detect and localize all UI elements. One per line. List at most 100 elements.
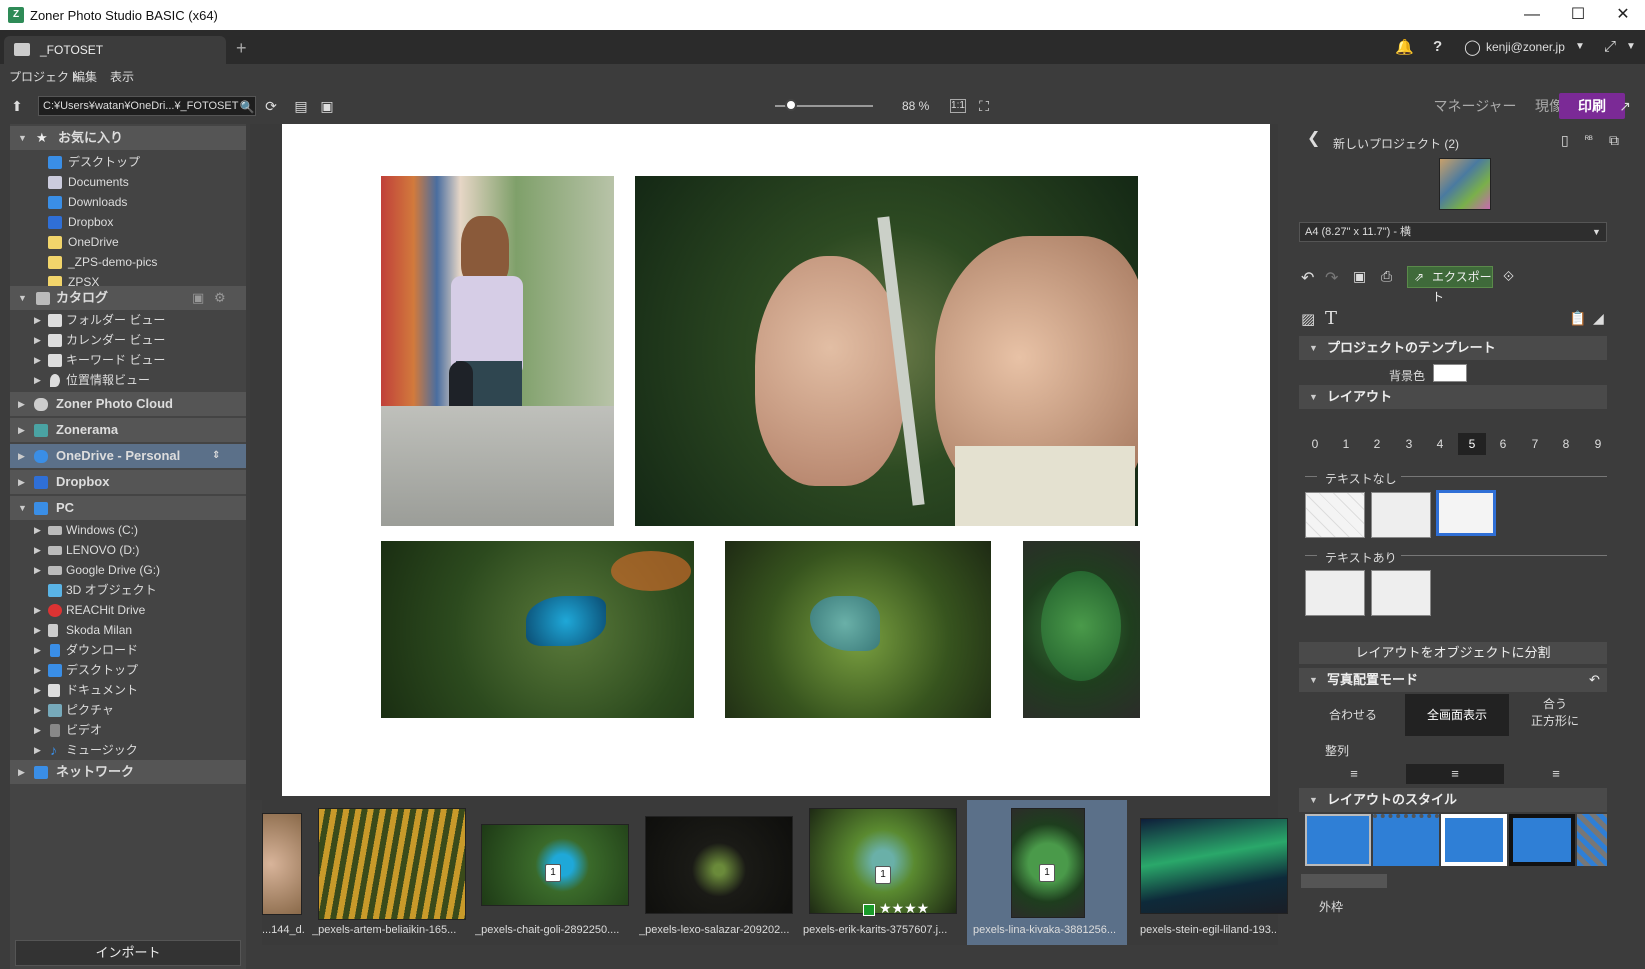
eraser-icon[interactable]: ◢: [1593, 310, 1604, 327]
catalog-keyword-view[interactable]: ▶ キーワード ビュー: [10, 350, 246, 370]
photo-frame-green-butterfly[interactable]: [725, 541, 991, 718]
placement-fit[interactable]: 合わせる: [1311, 694, 1395, 736]
search-icon[interactable]: 🔍: [238, 98, 256, 116]
export-button[interactable]: ⇗ エクスポート: [1407, 266, 1493, 304]
account-email[interactable]: kenji@zoner.jp: [1486, 40, 1565, 54]
expand-icon[interactable]: ▶: [34, 350, 44, 370]
expand-icon[interactable]: ▶: [34, 600, 44, 620]
filmstrip-item[interactable]: 1 ★★★★ pexels-erik-karits-3757607.j...: [803, 800, 958, 945]
gear-icon[interactable]: ⚙: [214, 286, 226, 310]
actual-size-icon[interactable]: 1:1: [950, 99, 966, 113]
pc-desktop[interactable]: ▶ デスクトップ: [10, 660, 246, 680]
folder-up-icon[interactable]: ⬆: [8, 97, 26, 115]
paper-size-select[interactable]: A4 (8.27" x 11.7") - 横 ▼: [1299, 222, 1607, 242]
filmstrip-item-selected[interactable]: 1 pexels-lina-kivaka-3881256...: [967, 800, 1127, 945]
expand-icon[interactable]: ▶: [34, 640, 44, 660]
placement-square[interactable]: 合う 正方形に: [1515, 696, 1595, 738]
favorites-header[interactable]: ▼ ★ お気に入り: [10, 126, 246, 150]
split-layout-button[interactable]: レイアウトをオブジェクトに分割: [1299, 642, 1607, 664]
expand-icon[interactable]: ▶: [18, 392, 28, 416]
pc-3d-objects[interactable]: 3D オブジェクト: [10, 580, 246, 600]
service-dropbox[interactable]: ▶ Dropbox: [10, 470, 246, 494]
page-label-icon[interactable]: ᴿᴮ: [1585, 134, 1593, 144]
path-input[interactable]: C:¥Users¥watan¥OneDri...¥_FOTOSET: [38, 96, 256, 116]
layout-template-1[interactable]: [1305, 492, 1365, 538]
layout-style-header[interactable]: ▼ レイアウトのスタイル: [1299, 788, 1607, 812]
photo-frame-flowers[interactable]: [1023, 541, 1140, 718]
pc-downloads[interactable]: ▶ ダウンロード: [10, 640, 246, 660]
expand-icon[interactable]: ▶: [34, 620, 44, 640]
account-dropdown-icon[interactable]: ▼: [1575, 41, 1585, 52]
expand-icon[interactable]: ▶: [34, 370, 44, 390]
catalog-folder-view[interactable]: ▶ フォルダー ビュー: [10, 310, 246, 330]
collapse-icon[interactable]: ▼: [18, 496, 28, 520]
project-template-header[interactable]: ▼ プロジェクトのテンプレート: [1299, 336, 1607, 360]
filmstrip-item[interactable]: _pexels-artem-beliaikin-165...: [312, 800, 466, 945]
close-button[interactable]: ✕: [1603, 4, 1643, 26]
back-arrow-icon[interactable]: ❮: [1307, 128, 1320, 148]
pc-reachit-drive[interactable]: ▶ REACHit Drive: [10, 600, 246, 620]
pc-pictures[interactable]: ▶ ピクチャ: [10, 700, 246, 720]
zoom-slider-handle[interactable]: [785, 99, 797, 111]
filmstrip-item[interactable]: _pexels-lexo-salazar-209202...: [639, 800, 794, 945]
layout-count-3[interactable]: 3: [1395, 433, 1423, 455]
add-image-icon[interactable]: ▨: [1301, 310, 1315, 328]
undo-icon[interactable]: ↶: [1301, 268, 1314, 288]
expand-icon[interactable]: ▶: [34, 720, 44, 740]
service-onedrive-personal[interactable]: ▶ OneDrive - Personal ⇕: [10, 444, 246, 468]
expand-icon[interactable]: ▶: [34, 330, 44, 350]
fullscreen-dropdown-icon[interactable]: ▼: [1626, 41, 1636, 52]
layout-style-2[interactable]: [1373, 814, 1439, 866]
tab-fotoset[interactable]: _FOTOSET: [4, 36, 226, 64]
add-folder-icon[interactable]: ▣: [192, 286, 204, 310]
network-header[interactable]: ▶ ネットワーク: [10, 760, 246, 784]
menu-project[interactable]: プロジェクト: [9, 68, 81, 85]
photo-frame-mirror-portrait[interactable]: [635, 176, 1138, 526]
expand-icon[interactable]: ▶: [34, 740, 44, 760]
photo-placement-header[interactable]: ▼ 写真配置モード ↶: [1299, 668, 1607, 692]
add-tab-button[interactable]: +: [236, 38, 247, 59]
share-icon[interactable]: ⟐: [1503, 268, 1514, 285]
filmstrip-item[interactable]: 1 _pexels-chait-goli-2892250....: [475, 800, 630, 945]
layout-count-9[interactable]: 9: [1584, 433, 1612, 455]
pc-music[interactable]: ▶ ♪ ミュージック: [10, 740, 246, 760]
layout-style-5[interactable]: [1577, 814, 1607, 866]
mode-manager[interactable]: マネージャー: [1425, 93, 1525, 119]
favorite-desktop[interactable]: デスクトップ: [10, 152, 246, 172]
save-icon[interactable]: ▣: [1353, 268, 1366, 285]
print-icon[interactable]: ⎙: [1381, 268, 1392, 285]
pc-skoda-milan[interactable]: ▶ Skoda Milan: [10, 620, 246, 640]
favorite-dropbox[interactable]: Dropbox: [10, 212, 246, 232]
refresh-icon[interactable]: ⟳: [262, 97, 280, 115]
panel-horizontal-scrollbar[interactable]: [1301, 874, 1387, 888]
layout-style-4[interactable]: [1509, 814, 1575, 866]
maximize-button[interactable]: ☐: [1558, 4, 1598, 26]
background-color-swatch[interactable]: [1433, 364, 1467, 382]
new-folder-icon[interactable]: ▣: [318, 97, 336, 115]
import-button[interactable]: インポート: [15, 940, 241, 966]
layout-template-text-2[interactable]: [1371, 570, 1431, 616]
pc-videos[interactable]: ▶ ビデオ: [10, 720, 246, 740]
expand-icon[interactable]: ▶: [34, 680, 44, 700]
align-center-button[interactable]: ≡: [1406, 764, 1504, 784]
layout-count-2[interactable]: 2: [1363, 433, 1391, 455]
expand-icon[interactable]: ▶: [34, 310, 44, 330]
add-text-icon[interactable]: T: [1325, 308, 1337, 329]
expand-icon[interactable]: ▶: [34, 520, 44, 540]
menu-edit[interactable]: 編集: [73, 68, 97, 85]
reorder-icon[interactable]: ⇕: [212, 444, 220, 468]
bell-icon[interactable]: 🔔: [1395, 38, 1414, 56]
expand-icon[interactable]: ▶: [34, 700, 44, 720]
collapse-icon[interactable]: ▼: [18, 126, 28, 150]
fit-screen-icon[interactable]: ⛶: [975, 97, 993, 115]
pc-lenovo-d[interactable]: ▶ LENOVO (D:): [10, 540, 246, 560]
service-zoner-photo-cloud[interactable]: ▶ Zoner Photo Cloud: [10, 392, 246, 416]
filmstrip-item[interactable]: pexels-stein-egil-liland-193...: [1134, 800, 1288, 945]
catalog-location-view[interactable]: ▶ 位置情報ビュー: [10, 370, 246, 390]
expand-icon[interactable]: ▶: [18, 418, 28, 442]
layout-count-0[interactable]: 0: [1301, 433, 1329, 455]
favorite-zps-demo-pics[interactable]: _ZPS-demo-pics: [10, 252, 246, 272]
fullscreen-icon[interactable]: ⤢: [1604, 38, 1616, 55]
paste-icon[interactable]: 📋: [1569, 310, 1586, 327]
catalog-header[interactable]: ▼ カタログ ▣ ⚙: [10, 286, 246, 310]
